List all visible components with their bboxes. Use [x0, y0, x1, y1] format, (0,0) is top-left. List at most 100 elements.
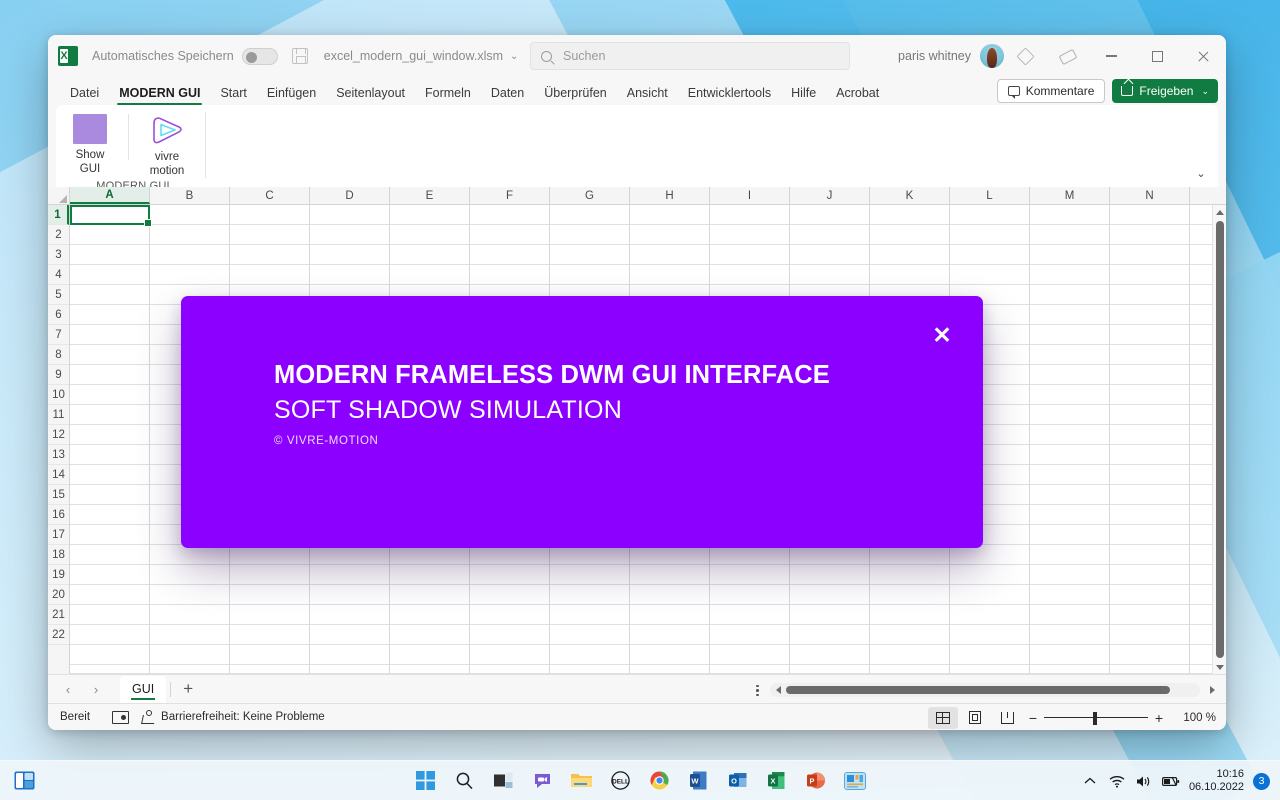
avatar[interactable]: [980, 44, 1004, 68]
row-header-9[interactable]: 9: [48, 365, 69, 385]
tab-ueberpruefen[interactable]: Überprüfen: [534, 86, 617, 105]
tab-ansicht[interactable]: Ansicht: [617, 86, 678, 105]
zoom-level-label[interactable]: 100 %: [1178, 712, 1216, 724]
maximize-button[interactable]: [1134, 35, 1180, 77]
column-header-j[interactable]: J: [790, 187, 870, 204]
search-button[interactable]: [451, 767, 479, 795]
row-header-5[interactable]: 5: [48, 285, 69, 305]
zoom-slider-thumb[interactable]: [1093, 712, 1097, 725]
start-button[interactable]: [412, 767, 440, 795]
row-header-14[interactable]: 14: [48, 465, 69, 485]
collapse-ribbon-button[interactable]: ⌄: [1190, 162, 1212, 184]
zoom-slider[interactable]: [1044, 707, 1148, 729]
column-header-a[interactable]: A: [70, 187, 150, 204]
volume-icon[interactable]: [1135, 772, 1153, 790]
close-button[interactable]: [1180, 35, 1226, 77]
excel-button[interactable]: X: [763, 767, 791, 795]
select-all-corner-icon[interactable]: [48, 187, 70, 204]
column-header-f[interactable]: F: [470, 187, 550, 204]
add-sheet-button[interactable]: +: [171, 676, 205, 702]
accessibility-status[interactable]: Barrierefreiheit: Keine Probleme: [141, 710, 325, 724]
row-header-4[interactable]: 4: [48, 265, 69, 285]
search-input[interactable]: Suchen: [530, 42, 850, 70]
dashboard-button[interactable]: [841, 767, 869, 795]
show-hidden-icons-chevron[interactable]: [1081, 772, 1099, 790]
next-sheet-button[interactable]: ›: [82, 677, 110, 701]
row-header-15[interactable]: 15: [48, 485, 69, 505]
column-header-d[interactable]: D: [310, 187, 390, 204]
prev-sheet-button[interactable]: ‹: [54, 677, 82, 701]
powerpoint-button[interactable]: P: [802, 767, 830, 795]
clock[interactable]: 10:16 06.10.2022: [1189, 768, 1244, 794]
ribbon-display-options-icon[interactable]: [1046, 35, 1088, 77]
diamond-icon[interactable]: [1004, 35, 1046, 77]
scroll-up-icon[interactable]: [1213, 205, 1227, 219]
sheet-tab-gui[interactable]: GUI: [120, 676, 166, 703]
account-name[interactable]: paris whitney: [898, 49, 971, 63]
autosave-toggle[interactable]: [242, 48, 278, 65]
tab-formeln[interactable]: Formeln: [415, 86, 481, 105]
sheet-options-icon[interactable]: [748, 680, 766, 700]
row-header-13[interactable]: 13: [48, 445, 69, 465]
row-header-11[interactable]: 11: [48, 405, 69, 425]
row-header-22[interactable]: 22: [48, 625, 69, 645]
battery-icon[interactable]: [1162, 772, 1180, 790]
active-cell-a1[interactable]: [70, 205, 150, 225]
column-header-l[interactable]: L: [950, 187, 1030, 204]
dell-button[interactable]: DELL: [607, 767, 635, 795]
normal-view-button[interactable]: [928, 707, 958, 729]
row-header-20[interactable]: 20: [48, 585, 69, 605]
column-header-b[interactable]: B: [150, 187, 230, 204]
tab-entwicklertools[interactable]: Entwicklertools: [678, 86, 781, 105]
comments-button[interactable]: Kommentare: [997, 79, 1106, 103]
show-gui-button[interactable]: Show GUI: [56, 110, 124, 176]
row-header-8[interactable]: 8: [48, 345, 69, 365]
row-header-6[interactable]: 6: [48, 305, 69, 325]
task-view-button[interactable]: [490, 767, 518, 795]
tab-acrobat[interactable]: Acrobat: [826, 86, 889, 105]
column-header-n[interactable]: N: [1110, 187, 1190, 204]
tab-daten[interactable]: Daten: [481, 86, 534, 105]
chrome-button[interactable]: [646, 767, 674, 795]
column-header-k[interactable]: K: [870, 187, 950, 204]
vertical-scroll-thumb[interactable]: [1216, 221, 1224, 658]
scroll-down-icon[interactable]: [1213, 660, 1227, 674]
column-header-c[interactable]: C: [230, 187, 310, 204]
word-button[interactable]: W: [685, 767, 713, 795]
row-header-17[interactable]: 17: [48, 525, 69, 545]
row-header-21[interactable]: 21: [48, 605, 69, 625]
column-header-h[interactable]: H: [630, 187, 710, 204]
tab-einfuegen[interactable]: Einfügen: [257, 86, 326, 105]
row-header-19[interactable]: 19: [48, 565, 69, 585]
row-header-3[interactable]: 3: [48, 245, 69, 265]
row-header-16[interactable]: 16: [48, 505, 69, 525]
zoom-in-button[interactable]: +: [1150, 707, 1168, 729]
macro-record-icon[interactable]: [112, 711, 129, 724]
wifi-icon[interactable]: [1108, 772, 1126, 790]
column-header-e[interactable]: E: [390, 187, 470, 204]
tab-modern-gui[interactable]: MODERN GUI: [109, 86, 210, 105]
save-icon[interactable]: [292, 48, 308, 64]
chevron-down-icon[interactable]: ⌄: [510, 51, 518, 62]
zoom-out-button[interactable]: −: [1024, 707, 1042, 729]
chat-button[interactable]: [529, 767, 557, 795]
close-icon[interactable]: ✕: [927, 320, 957, 350]
row-header-2[interactable]: 2: [48, 225, 69, 245]
minimize-button[interactable]: [1088, 35, 1134, 77]
column-header-g[interactable]: G: [550, 187, 630, 204]
horizontal-scrollbar[interactable]: [770, 683, 1200, 697]
horizontal-scroll-thumb[interactable]: [786, 686, 1170, 694]
scroll-left-icon[interactable]: [770, 683, 786, 697]
tab-hilfe[interactable]: Hilfe: [781, 86, 826, 105]
row-header-7[interactable]: 7: [48, 325, 69, 345]
row-header-1[interactable]: 1: [48, 205, 69, 225]
column-header-i[interactable]: I: [710, 187, 790, 204]
row-header-12[interactable]: 12: [48, 425, 69, 445]
scroll-right-icon[interactable]: [1204, 683, 1220, 697]
tab-seitenlayout[interactable]: Seitenlayout: [326, 86, 415, 105]
vivre-motion-button[interactable]: vivre motion: [133, 110, 201, 178]
file-explorer-button[interactable]: [568, 767, 596, 795]
notification-badge[interactable]: 3: [1253, 773, 1270, 790]
tab-start[interactable]: Start: [210, 86, 256, 105]
vertical-scrollbar[interactable]: [1212, 205, 1226, 674]
